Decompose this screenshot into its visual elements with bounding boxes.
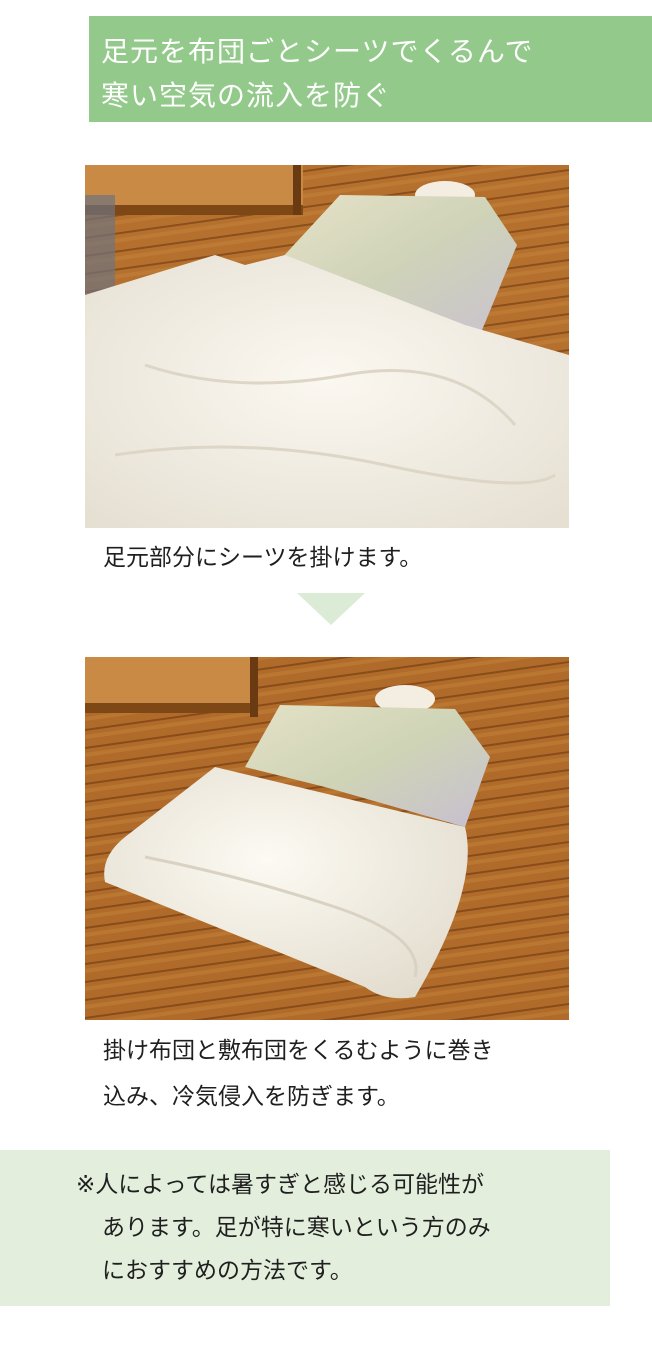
step-2-caption: 掛け布団と敷布団をくるむように巻き 込み、冷気侵入を防ぎます。 [103,1028,494,1120]
note-line-1: ※人によっては暑すぎと感じる可能性が [76,1172,484,1198]
step-1-caption: 足元部分にシーツを掛けます。 [103,535,422,581]
note-line-2: あります。足が特に寒いという方のみ [102,1215,491,1241]
caution-note: ※人によっては暑すぎと感じる可能性が あります。足が特に寒いという方のみ におす… [0,1150,610,1306]
step-2-caption-line-2: 込み、冷気侵入を防ぎます。 [103,1084,400,1110]
photo-futon-wrapped [85,657,569,1020]
photo-sheet-over-feet [85,165,569,528]
step-2-caption-line-1: 掛け布団と敷布団をくるむように巻き [103,1038,494,1064]
section-title-banner: 足元を布団ごとシーツでくるんで 寒い空気の流入を防ぐ [89,16,652,122]
title-line-1: 足元を布団ごとシーツでくるんで [101,35,534,68]
step-1-caption-text: 足元部分にシーツを掛けます。 [103,545,423,571]
down-triangle-icon [297,593,365,625]
title-line-2: 寒い空気の流入を防ぐ [101,79,392,112]
note-line-3: におすすめの方法です。 [102,1258,353,1284]
